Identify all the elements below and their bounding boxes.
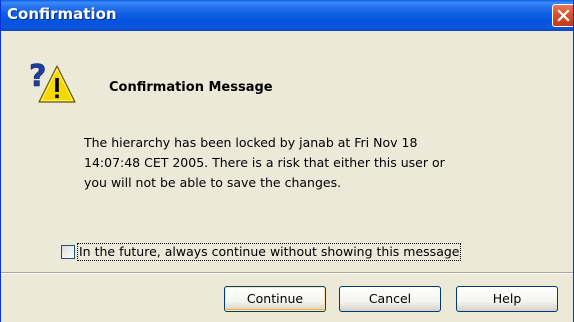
button-separator: [1, 272, 573, 274]
message-text: The hierarchy has been locked by janab a…: [84, 135, 445, 190]
dialog-heading: Confirmation Message: [109, 80, 273, 95]
always-continue-checkbox[interactable]: [61, 245, 75, 259]
close-button[interactable]: [552, 4, 573, 27]
svg-text:?: ?: [29, 59, 46, 94]
question-warning-icon: ?: [27, 58, 77, 108]
always-continue-label[interactable]: In the future, always continue without s…: [77, 243, 462, 261]
window-title: Confirmation: [7, 5, 117, 23]
title-bar[interactable]: Confirmation: [1, 0, 573, 31]
help-button[interactable]: Help: [456, 286, 558, 312]
continue-option-row[interactable]: In the future, always continue without s…: [61, 242, 462, 262]
continue-button[interactable]: Continue: [224, 286, 326, 312]
cancel-button[interactable]: Cancel: [339, 286, 441, 312]
confirmation-dialog: Confirmation ? Confirmation Message The …: [0, 0, 574, 322]
